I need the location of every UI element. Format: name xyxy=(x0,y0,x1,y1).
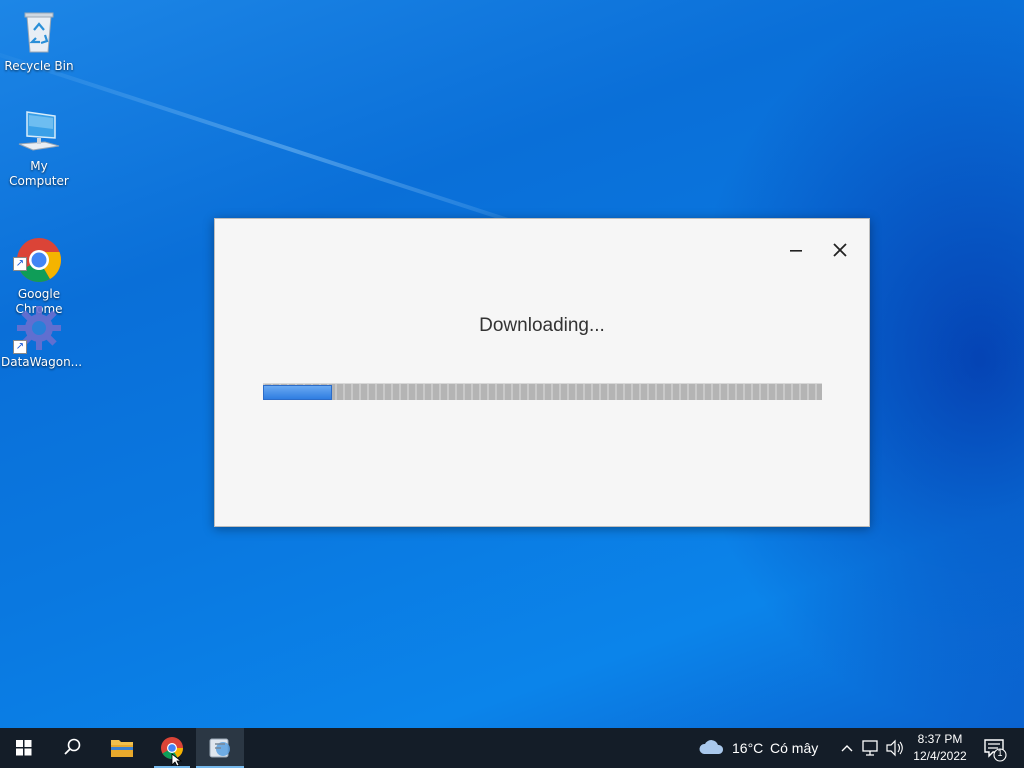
windows-start-icon xyxy=(16,740,32,756)
computer-icon xyxy=(15,108,63,156)
weather-temperature: 16°C xyxy=(732,740,764,756)
file-explorer-icon xyxy=(111,740,133,757)
minimize-button[interactable] xyxy=(783,237,809,263)
minimize-icon xyxy=(790,250,802,252)
download-progress-bar xyxy=(263,383,822,400)
desktop-icon-label: Recycle Bin xyxy=(4,59,74,73)
chrome-icon: ↗ xyxy=(13,221,63,282)
chevron-up-icon xyxy=(841,745,853,752)
installer-taskbar-button[interactable] xyxy=(196,728,244,768)
volume-button[interactable] xyxy=(884,728,906,768)
search-icon xyxy=(64,738,81,755)
network-button[interactable] xyxy=(860,728,882,768)
desktop-icon-my-computer[interactable]: My Computer xyxy=(1,108,77,189)
download-status-text: Downloading... xyxy=(479,315,605,336)
chrome-taskbar-button[interactable] xyxy=(148,728,196,768)
cloud-icon xyxy=(699,740,724,754)
shortcut-arrow-icon: ↗ xyxy=(13,340,27,354)
weather-condition: Có mây xyxy=(770,740,819,756)
start-button[interactable] xyxy=(0,728,48,768)
taskbar: 16°C Có mây 8:37 PM 12/4/2022 1 xyxy=(0,728,1024,768)
chrome-icon xyxy=(161,737,183,767)
search-button[interactable] xyxy=(48,728,96,768)
volume-icon xyxy=(886,739,903,757)
weather-widget[interactable]: 16°C Có mây xyxy=(698,728,820,768)
desktop-icon-label: DataWagon... xyxy=(1,355,83,369)
shortcut-arrow-icon: ↗ xyxy=(13,257,27,271)
download-dialog: Downloading... xyxy=(214,218,870,527)
desktop-icon-recycle-bin[interactable]: Recycle Bin xyxy=(1,8,77,74)
progress-fill xyxy=(263,385,332,400)
file-explorer-button[interactable] xyxy=(98,728,146,768)
notification-center-button[interactable]: 1 xyxy=(978,728,1018,768)
network-icon xyxy=(862,740,878,756)
show-hidden-icons-button[interactable] xyxy=(838,728,856,768)
desktop: Recycle Bin My Computer ↗ Google ↗ DataW… xyxy=(0,0,1024,728)
recycle-bin-icon xyxy=(15,8,63,56)
close-button[interactable] xyxy=(827,237,853,263)
taskbar-clock[interactable]: 8:37 PM 12/4/2022 xyxy=(908,731,972,765)
notification-count-badge: 1 xyxy=(997,748,1003,758)
desktop-icon-label: My Computer xyxy=(9,159,69,188)
clock-date: 12/4/2022 xyxy=(913,749,967,763)
close-icon xyxy=(833,243,847,257)
desktop-icon-datawagon[interactable]: ↗ DataWagon... xyxy=(1,304,83,370)
gear-icon: ↗ xyxy=(13,304,63,354)
installer-icon xyxy=(209,738,230,758)
clock-time: 8:37 PM xyxy=(917,732,963,746)
